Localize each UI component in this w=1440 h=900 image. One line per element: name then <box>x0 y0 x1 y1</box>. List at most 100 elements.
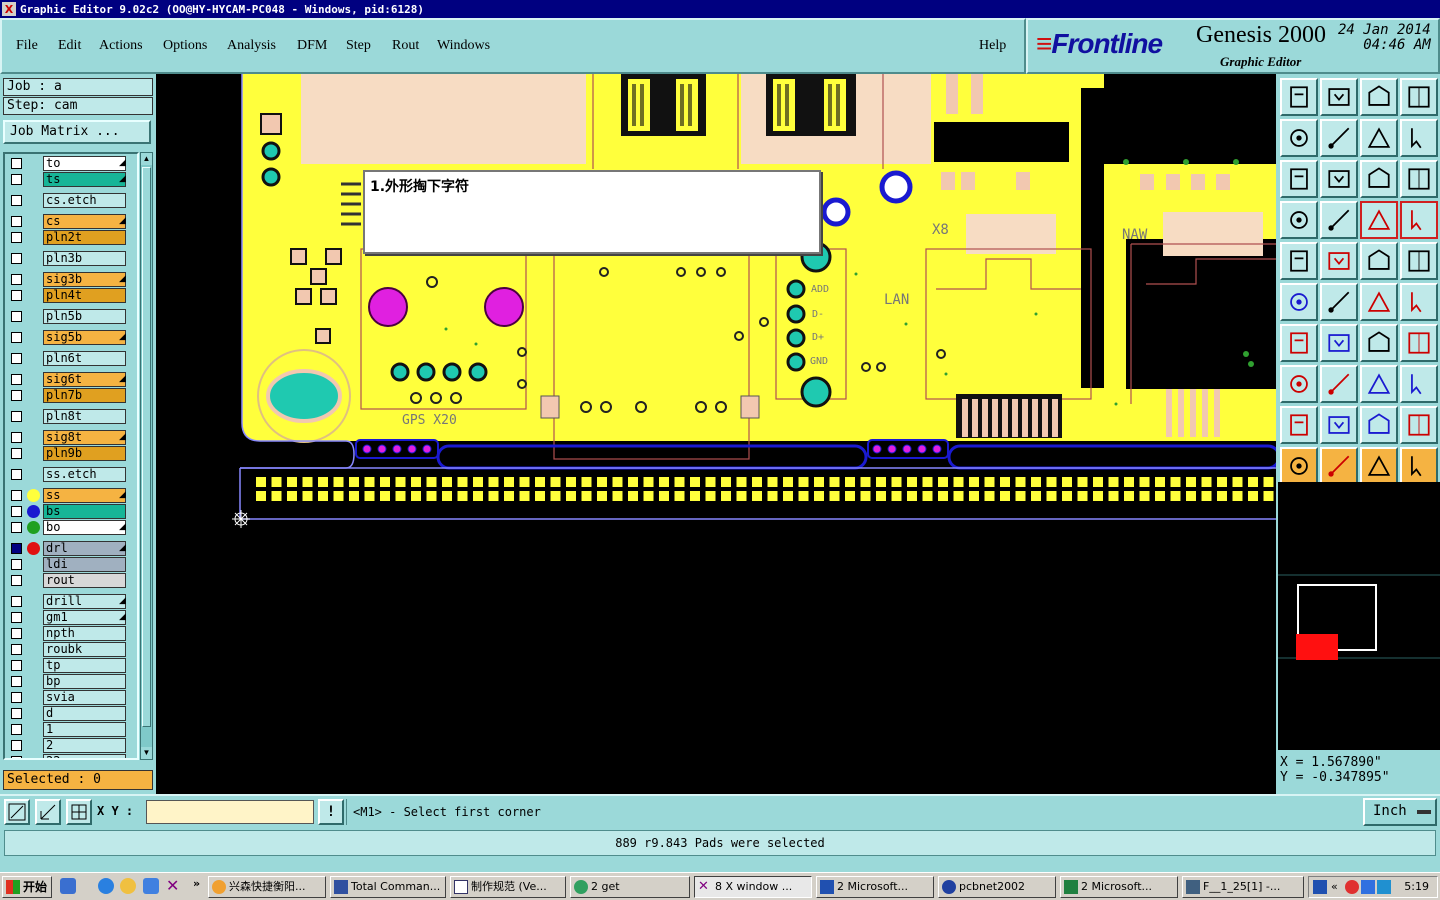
layer-name[interactable]: pln5b <box>43 309 126 324</box>
taskbar-item[interactable]: Total Comman... <box>330 876 446 898</box>
layer-checkbox[interactable] <box>11 374 22 385</box>
layer-row[interactable]: bo ◢ <box>7 520 127 535</box>
tray-volume-icon[interactable] <box>1377 880 1391 894</box>
taskbar-item[interactable]: 2 Microsoft... <box>816 876 934 898</box>
layer-name[interactable]: 2 <box>43 738 126 753</box>
layer-checkbox[interactable] <box>11 740 22 751</box>
group-icon[interactable] <box>1400 365 1438 403</box>
layer-checkbox[interactable] <box>11 158 22 169</box>
text-icon[interactable] <box>1400 324 1438 362</box>
link2-icon[interactable] <box>1400 283 1438 321</box>
scroll-down-icon[interactable]: ▼ <box>141 747 152 759</box>
layer-name[interactable]: ts <box>43 172 126 187</box>
layer-menu-arrow-icon[interactable]: ◢ <box>119 373 126 384</box>
layer-checkbox[interactable] <box>11 724 22 735</box>
grid-icon[interactable] <box>1320 201 1358 239</box>
pointer-box-icon[interactable] <box>1320 447 1358 485</box>
browser-icon[interactable] <box>143 878 159 894</box>
taskbar-item[interactable]: F__1_25[1] -... <box>1182 876 1304 898</box>
layer-row[interactable]: pln5b <box>7 309 127 324</box>
layer-checkbox[interactable] <box>11 708 22 719</box>
layer-checkbox[interactable] <box>11 543 22 554</box>
layer-checkbox[interactable] <box>11 628 22 639</box>
layer-row[interactable]: drl ◢ <box>7 541 127 556</box>
layer-menu-arrow-icon[interactable]: ◢ <box>119 331 126 342</box>
triangle3-icon[interactable] <box>1360 406 1398 444</box>
select-box-icon[interactable] <box>1280 365 1318 403</box>
layer-name[interactable]: npth <box>43 626 126 641</box>
menu-file[interactable]: File <box>16 38 38 54</box>
menu-options[interactable]: Options <box>163 38 207 54</box>
layer-row[interactable]: bp <box>7 674 127 689</box>
layer-row[interactable]: cs ◢ <box>7 214 127 229</box>
layer-scrollbar[interactable]: ▲ ▼ <box>140 152 153 760</box>
layer-name[interactable]: drill <box>43 594 126 609</box>
layer-name[interactable]: bo <box>43 520 126 535</box>
layer-menu-arrow-icon[interactable]: ◢ <box>119 542 126 553</box>
prev-icon[interactable] <box>1280 119 1318 157</box>
layer-name[interactable]: to <box>43 156 126 171</box>
layer-row[interactable]: 2 <box>7 738 127 753</box>
layer-name[interactable]: rout <box>43 573 126 588</box>
layer-row[interactable]: pln7b <box>7 388 127 403</box>
layer-checkbox[interactable] <box>11 448 22 459</box>
layer-checkbox[interactable] <box>11 253 22 264</box>
layer-name[interactable]: sig3b <box>43 272 126 287</box>
layer-name[interactable]: pln8t <box>43 409 126 424</box>
layer-row[interactable]: pln4t <box>7 288 127 303</box>
help-icon[interactable] <box>1400 160 1438 198</box>
layer-name[interactable]: pln3b <box>43 251 126 266</box>
layer-row[interactable]: roubk <box>7 642 127 657</box>
layer-checkbox[interactable] <box>11 756 22 758</box>
layer-name[interactable]: pln9b <box>43 446 126 461</box>
layer-name[interactable]: pln2t <box>43 230 126 245</box>
scroll-thumb[interactable] <box>142 167 151 727</box>
measure-icon[interactable] <box>1320 242 1358 280</box>
layer-checkbox[interactable] <box>11 575 22 586</box>
pointer-icon[interactable] <box>1280 447 1318 485</box>
job-matrix-button[interactable]: Job Matrix ... <box>3 120 151 144</box>
layer-checkbox[interactable] <box>11 216 22 227</box>
menu-help[interactable]: Help <box>979 38 1006 54</box>
unit-selector[interactable]: Inch <box>1363 798 1437 826</box>
layer-name[interactable]: bp <box>43 674 126 689</box>
xy-input[interactable] <box>146 800 314 824</box>
layer-name[interactable]: drl <box>43 541 126 556</box>
layer-name[interactable]: cs <box>43 214 126 229</box>
layers-a-icon[interactable] <box>1360 201 1398 239</box>
pointer-frame-icon[interactable] <box>1360 447 1398 485</box>
layer-row[interactable]: d <box>7 706 127 721</box>
layer-name[interactable]: gm1 <box>43 610 126 625</box>
layer-row[interactable]: cs.etch <box>7 193 127 208</box>
net-icon[interactable] <box>1280 283 1318 321</box>
line-icon[interactable] <box>1320 324 1358 362</box>
layer-row[interactable]: sig8t ◢ <box>7 430 127 445</box>
layer-name[interactable]: sig8t <box>43 430 126 445</box>
layer-checkbox[interactable] <box>11 174 22 185</box>
layer-row[interactable]: to ◢ <box>7 156 127 171</box>
menu-step[interactable]: Step <box>346 38 371 54</box>
layer-checkbox[interactable] <box>11 311 22 322</box>
menu-windows[interactable]: Windows <box>437 38 490 54</box>
layer-row[interactable]: tp <box>7 658 127 673</box>
triangle4-icon[interactable] <box>1400 406 1438 444</box>
layer-checkbox[interactable] <box>11 332 22 343</box>
layer-menu-arrow-icon[interactable]: ◢ <box>119 273 126 284</box>
layer-checkbox[interactable] <box>11 612 22 623</box>
layer-row[interactable]: rout <box>7 573 127 588</box>
layer-menu-arrow-icon[interactable]: ◢ <box>119 173 126 184</box>
layer-checkbox[interactable] <box>11 432 22 443</box>
cross-icon[interactable] <box>1320 283 1358 321</box>
angle-icon[interactable] <box>1280 324 1318 362</box>
layer-name[interactable]: d <box>43 706 126 721</box>
layer-menu-arrow-icon[interactable]: ◢ <box>119 611 126 622</box>
layer-menu-arrow-icon[interactable]: ◢ <box>119 489 126 500</box>
layer-name[interactable]: tp <box>43 658 126 673</box>
zoom-center-icon[interactable] <box>1320 160 1358 198</box>
layer-name[interactable]: ss <box>43 488 126 503</box>
loop-icon[interactable] <box>1400 119 1438 157</box>
x-app-icon[interactable]: ✕ <box>166 878 182 894</box>
pad-icon[interactable] <box>1280 242 1318 280</box>
layer-menu-arrow-icon[interactable]: ◢ <box>119 431 126 442</box>
ie-icon[interactable] <box>98 878 114 894</box>
